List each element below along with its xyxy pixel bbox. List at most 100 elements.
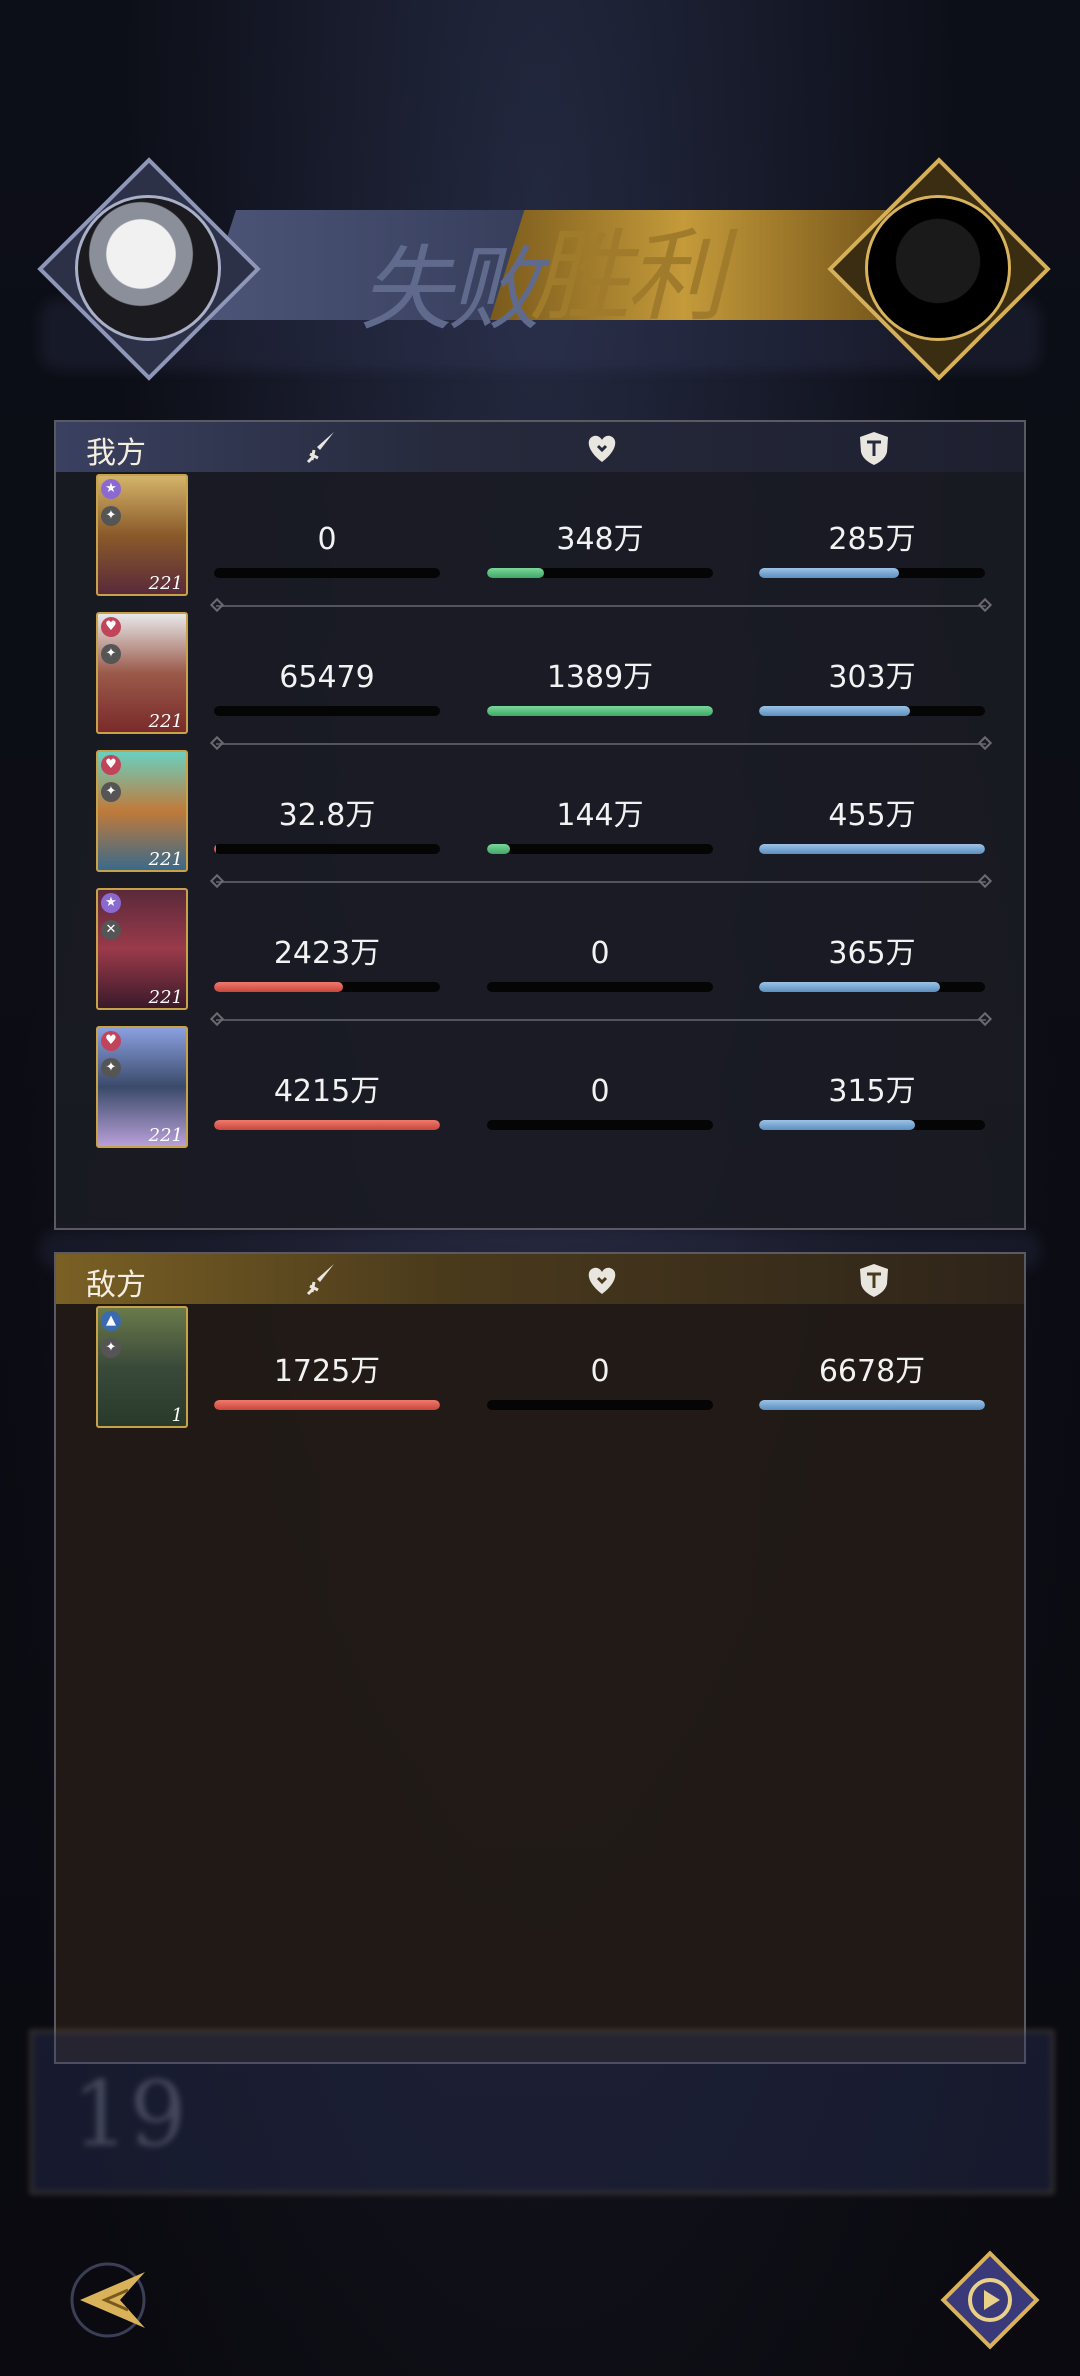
damage-bar: [214, 706, 440, 716]
row-divider: [216, 605, 986, 607]
heal-value: 144万: [556, 798, 644, 833]
background-rank-strip: 19: [30, 2030, 1054, 2194]
defense-bar: [759, 982, 985, 992]
ally-row-4[interactable]: ★ ✕ 221 2423万 0 365万: [56, 888, 1024, 1026]
hero-level: 221: [148, 573, 183, 594]
ally-avatar[interactable]: [75, 195, 221, 341]
damage-bar-fill: [214, 982, 343, 992]
defense-bar-fill: [759, 982, 940, 992]
ally-title: 我方: [86, 436, 146, 471]
heart-badge-icon: ♥: [101, 1031, 121, 1051]
ally-panel: 我方 ★ ✦ 221 0 348万 285万 ♥ ✦ 221 65479 138…: [54, 420, 1026, 1230]
damage-stat: 0: [214, 522, 440, 578]
heal-value: 0: [590, 1074, 610, 1109]
heal-bar: [487, 982, 713, 992]
ally-row-3[interactable]: ♥ ✦ 221 32.8万 144万 455万: [56, 750, 1024, 888]
heal-bar-fill: [487, 706, 713, 716]
defense-stat: 303万: [759, 660, 985, 716]
defense-bar-fill: [759, 568, 900, 578]
heart-badge-icon: ♥: [101, 617, 121, 637]
damage-stat: 32.8万: [214, 798, 440, 854]
rank-number: 19: [72, 2062, 187, 2167]
ally-panel-header: 我方: [56, 422, 1024, 472]
hero-card[interactable]: ★ ✦ 221: [96, 474, 188, 596]
play-icon[interactable]: [935, 2245, 1045, 2355]
heart-icon: [588, 1267, 616, 1294]
defense-bar: [759, 706, 985, 716]
damage-value: 0: [317, 522, 337, 557]
rank-icon: ▲: [101, 1311, 121, 1331]
sword-icon: [306, 1264, 334, 1296]
heal-bar: [487, 1120, 713, 1130]
damage-bar: [214, 568, 440, 578]
damage-value: 65479: [279, 660, 375, 695]
damage-value: 1725万: [273, 1354, 381, 1389]
defense-bar: [759, 1400, 985, 1410]
hero-level: 221: [148, 849, 183, 870]
class-icon: ✕: [101, 920, 121, 940]
class-icon: ✦: [101, 1058, 121, 1078]
star-icon: ★: [101, 893, 121, 913]
win-label: 胜利: [530, 218, 726, 335]
damage-stat: 1725万: [214, 1354, 440, 1410]
damage-bar: [214, 1400, 440, 1410]
defense-stat: 455万: [759, 798, 985, 854]
defense-bar-fill: [759, 706, 911, 716]
shield-icon: [860, 432, 888, 465]
damage-bar-fill: [214, 844, 217, 854]
hero-card[interactable]: ♥ ✦ 221: [96, 750, 188, 872]
heal-bar-fill: [487, 844, 510, 854]
defense-stat: 365万: [759, 936, 985, 992]
defense-value: 6678万: [818, 1354, 926, 1389]
heal-bar: [487, 706, 713, 716]
hero-card[interactable]: ▲ ✦ 1: [96, 1306, 188, 1428]
damage-bar: [214, 1120, 440, 1130]
class-icon: ✦: [101, 644, 121, 664]
back-arrow-icon[interactable]: [50, 2250, 160, 2350]
defense-stat: 315万: [759, 1074, 985, 1130]
ally-row-5[interactable]: ♥ ✦ 221 4215万 0 315万: [56, 1026, 1024, 1164]
hero-card[interactable]: ♥ ✦ 221: [96, 612, 188, 734]
damage-bar: [214, 844, 440, 854]
hero-card[interactable]: ♥ ✦ 221: [96, 1026, 188, 1148]
hero-level: 221: [148, 987, 183, 1008]
defense-bar: [759, 1120, 985, 1130]
hero-level: 1: [171, 1405, 183, 1426]
damage-value: 4215万: [273, 1074, 381, 1109]
hero-level: 221: [148, 1125, 183, 1146]
hero-card[interactable]: ★ ✕ 221: [96, 888, 188, 1010]
enemy-title: 敌方: [86, 1268, 146, 1303]
heal-bar-fill: [487, 568, 544, 578]
damage-bar: [214, 982, 440, 992]
defense-bar: [759, 568, 985, 578]
enemy-panel-header: 敌方: [56, 1254, 1024, 1304]
heal-bar: [487, 1400, 713, 1410]
damage-stat: 4215万: [214, 1074, 440, 1130]
defense-bar-fill: [759, 844, 985, 854]
class-icon: ✦: [101, 782, 121, 802]
row-divider: [216, 1019, 986, 1021]
defense-bar-fill: [759, 1120, 915, 1130]
defense-stat: 6678万: [759, 1354, 985, 1410]
heal-stat: 0: [487, 1354, 713, 1410]
defense-value: 365万: [828, 936, 916, 971]
heal-value: 348万: [556, 522, 644, 557]
heart-icon: [588, 435, 616, 462]
defense-value: 315万: [828, 1074, 916, 1109]
heal-value: 0: [590, 936, 610, 971]
enemy-panel: 敌方 ▲ ✦ 1 1725万 0 6678万: [54, 1252, 1026, 2064]
damage-value: 32.8万: [278, 798, 376, 833]
ally-row-2[interactable]: ♥ ✦ 221 65479 1389万 303万: [56, 612, 1024, 750]
heal-stat: 0: [487, 1074, 713, 1130]
damage-stat: 65479: [214, 660, 440, 716]
enemy-row-1[interactable]: ▲ ✦ 1 1725万 0 6678万: [56, 1306, 1024, 1444]
lose-label: 失败: [360, 236, 540, 343]
sword-icon: [306, 432, 334, 464]
heart-badge-icon: ♥: [101, 755, 121, 775]
result-banner: 失败 胜利: [37, 157, 1051, 381]
defense-value: 303万: [828, 660, 916, 695]
ally-row-1[interactable]: ★ ✦ 221 0 348万 285万: [56, 474, 1024, 612]
enemy-avatar[interactable]: [865, 195, 1011, 341]
heal-value: 1389万: [546, 660, 654, 695]
heal-bar: [487, 568, 713, 578]
